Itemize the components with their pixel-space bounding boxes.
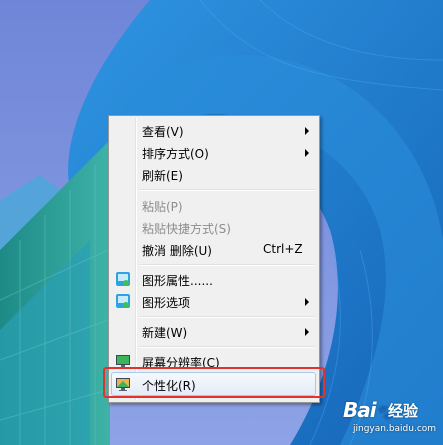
menu-item-graphics-options[interactable]: 图形选项 [111,290,317,312]
submenu-arrow-icon [305,298,309,306]
menu-item-paste[interactable]: 粘贴(P) [111,194,317,216]
highlight-box [103,367,325,398]
submenu-arrow-icon [305,328,309,336]
menu-item-graphics-properties[interactable]: 图形属性...... [111,268,317,290]
menu-separator [139,316,315,318]
submenu-arrow-icon [305,149,309,157]
graphics-properties-icon [116,272,130,286]
baidu-jingyan-watermark: Bai🐾 经验 jingyan.baidu.com [343,395,439,443]
menu-item-undo-delete[interactable]: 撤消 删除(U) Ctrl+Z [111,238,317,260]
watermark-logo-text: Bai [343,398,377,422]
menu-separator [139,189,315,191]
watermark-url: jingyan.baidu.com [353,424,437,434]
menu-item-label: 图形属性...... [142,274,213,288]
menu-item-label: 新建(W) [142,326,188,340]
menu-item-label: 粘贴(P) [142,200,183,214]
menu-separator [139,346,315,348]
menu-item-label: 查看(V) [142,125,184,139]
menu-item-sort-by[interactable]: 排序方式(O) [111,141,317,163]
menu-item-refresh[interactable]: 刷新(E) [111,163,317,185]
menu-separator [139,264,315,266]
menu-item-label: 撤消 删除(U) [142,244,212,258]
desktop-context-menu: 查看(V) 排序方式(O) 刷新(E) 粘贴(P) 粘贴快捷方式(S) 撤消 删… [108,115,320,403]
menu-item-new[interactable]: 新建(W) [111,320,317,342]
menu-item-label: 图形选项 [142,296,191,310]
menu-item-paste-shortcut[interactable]: 粘贴快捷方式(S) [111,216,317,238]
menu-item-label: 排序方式(O) [142,147,209,161]
menu-item-shortcut: Ctrl+Z [263,242,303,256]
graphics-options-icon [116,294,130,308]
menu-item-view[interactable]: 查看(V) [111,119,317,141]
menu-item-label: 粘贴快捷方式(S) [142,222,231,236]
watermark-brand: 经验 [388,402,419,420]
watermark-logo: Bai🐾 [343,398,393,422]
menu-item-label: 刷新(E) [142,169,183,183]
submenu-arrow-icon [305,127,309,135]
